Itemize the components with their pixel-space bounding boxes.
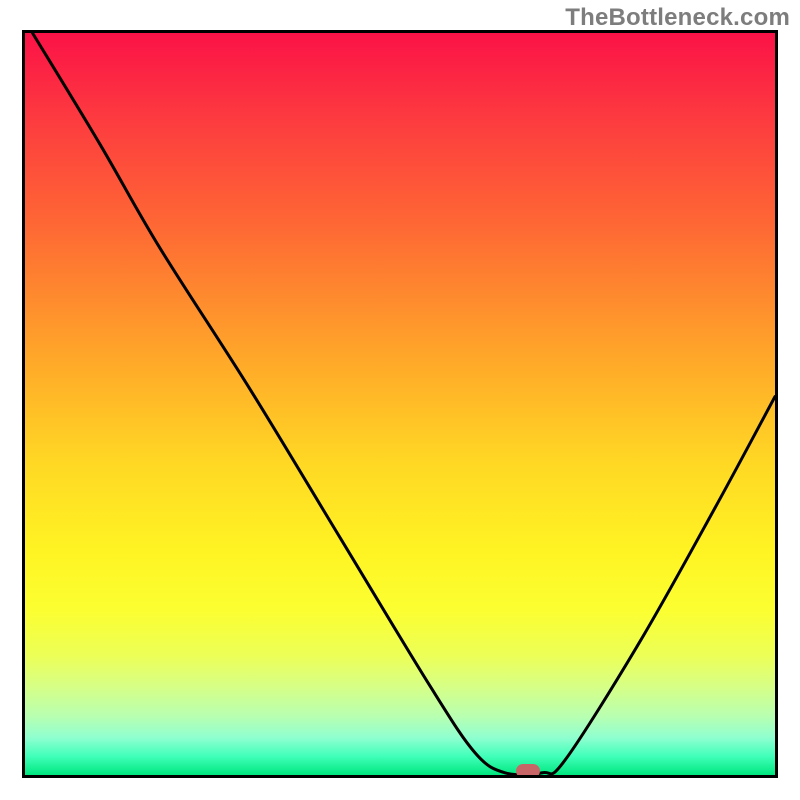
watermark-text: TheBottleneck.com: [565, 4, 790, 32]
bottleneck-curve: [25, 33, 775, 775]
chart-container: TheBottleneck.com: [0, 0, 800, 800]
plot-area: [22, 30, 778, 778]
optimal-point-marker: [516, 764, 540, 778]
